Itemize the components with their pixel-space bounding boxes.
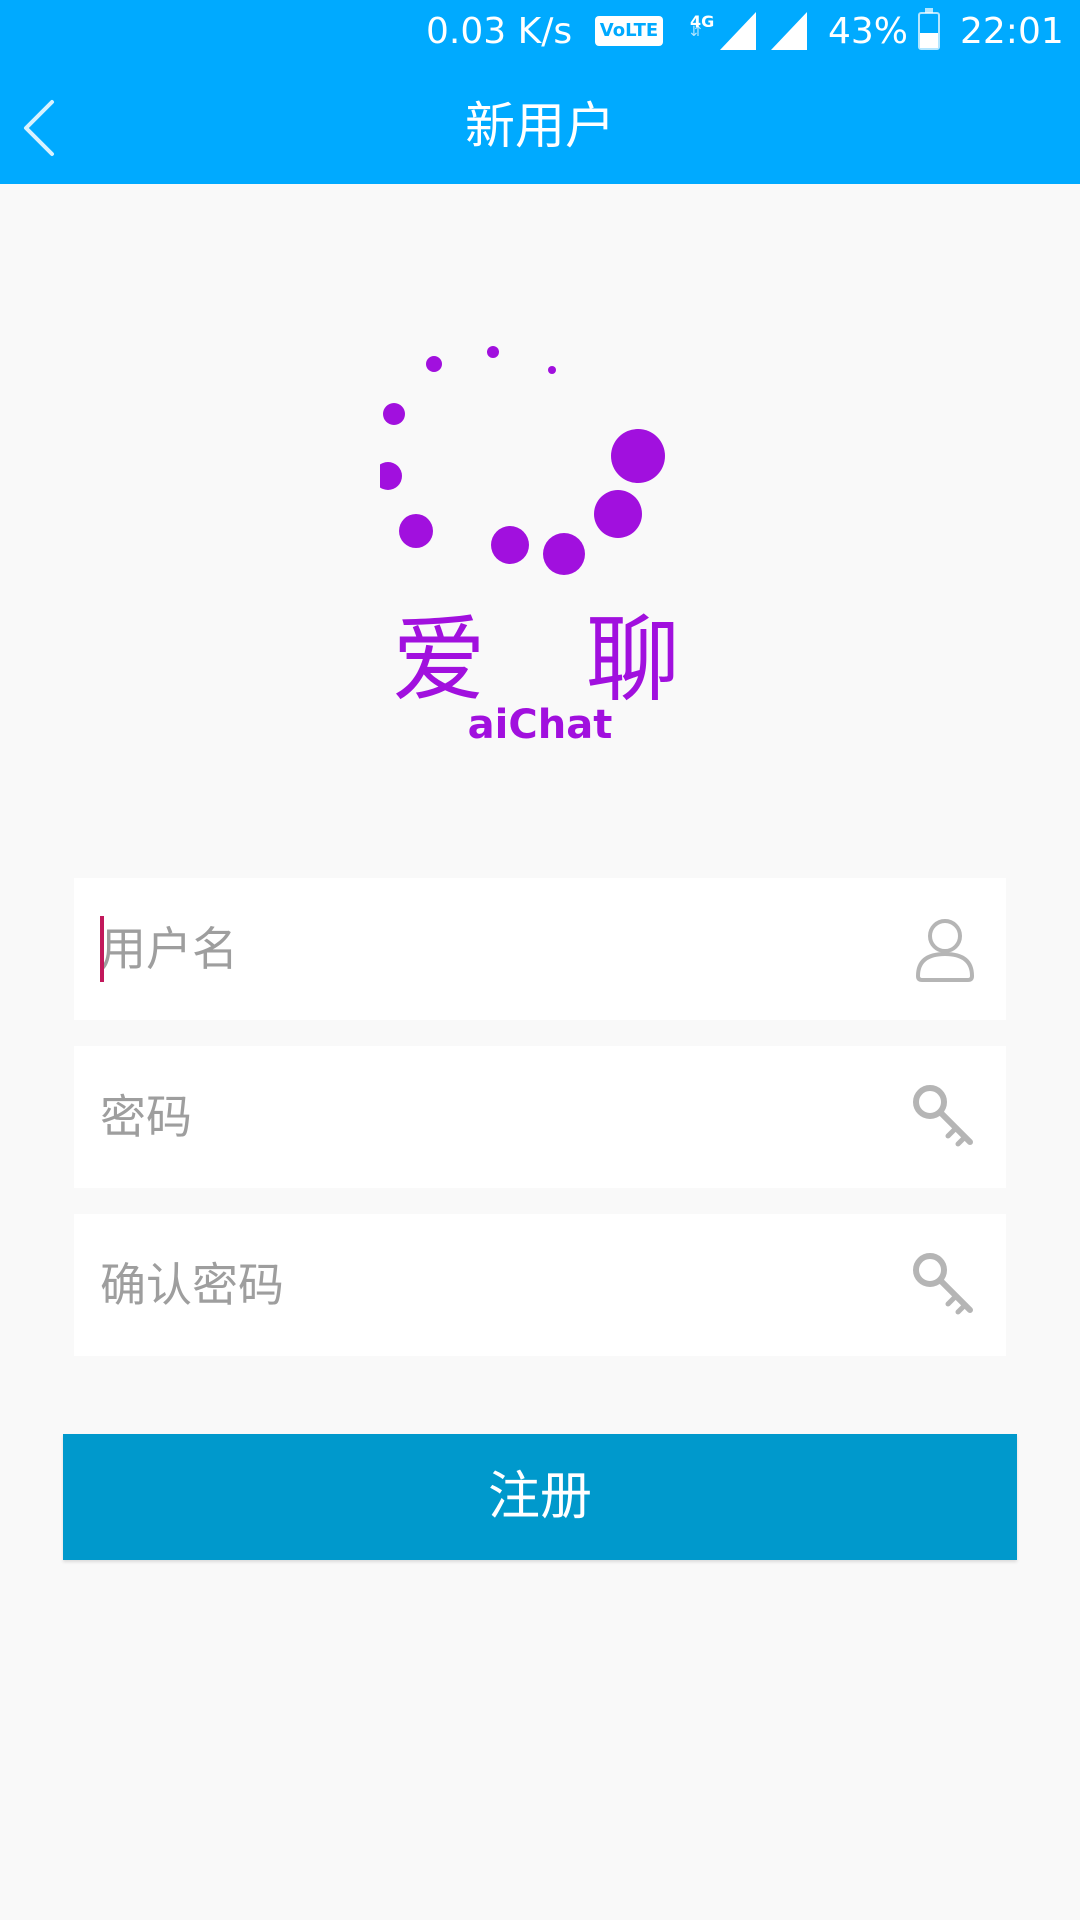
text-cursor bbox=[100, 916, 104, 982]
app-bar: 新用户 bbox=[0, 64, 1080, 184]
username-input[interactable] bbox=[100, 878, 880, 1020]
key-icon bbox=[913, 1253, 973, 1315]
clock: 22:01 bbox=[960, 11, 1064, 52]
signal-icon bbox=[720, 12, 756, 50]
app-logo: 爱 聊 aiChat bbox=[380, 330, 700, 760]
battery-percent: 43% bbox=[828, 11, 909, 52]
top-bar: 0.03 K/s VoLTE ⇵ 4G 43% 22:01 新用户 bbox=[0, 0, 1080, 184]
volte-badge: VoLTE bbox=[595, 16, 663, 46]
key-icon bbox=[913, 1085, 973, 1147]
confirm-password-input[interactable] bbox=[100, 1214, 880, 1356]
battery-icon bbox=[918, 8, 940, 50]
password-input[interactable] bbox=[100, 1046, 880, 1188]
signal-icon bbox=[771, 12, 807, 50]
page-title: 新用户 bbox=[465, 97, 615, 155]
network-type: 4G bbox=[690, 12, 715, 31]
status-bar: 0.03 K/s VoLTE ⇵ 4G 43% 22:01 bbox=[0, 0, 1080, 64]
network-speed: 0.03 K/s bbox=[426, 11, 573, 52]
logo-char-liao: 聊 bbox=[586, 606, 681, 715]
user-icon bbox=[916, 919, 974, 982]
logo-subtitle: aiChat bbox=[467, 702, 613, 748]
register-button[interactable]: 注册 bbox=[63, 1434, 1017, 1560]
register-screen: 0.03 K/s VoLTE ⇵ 4G 43% 22:01 新用户 爱 聊 ai… bbox=[0, 0, 1080, 1920]
confirm-password-field[interactable] bbox=[74, 1214, 1006, 1356]
password-field[interactable] bbox=[74, 1046, 1006, 1188]
logo-char-ai: 爱 bbox=[392, 606, 487, 715]
username-field[interactable] bbox=[74, 878, 1006, 1020]
logo-dots-icon bbox=[380, 346, 665, 575]
